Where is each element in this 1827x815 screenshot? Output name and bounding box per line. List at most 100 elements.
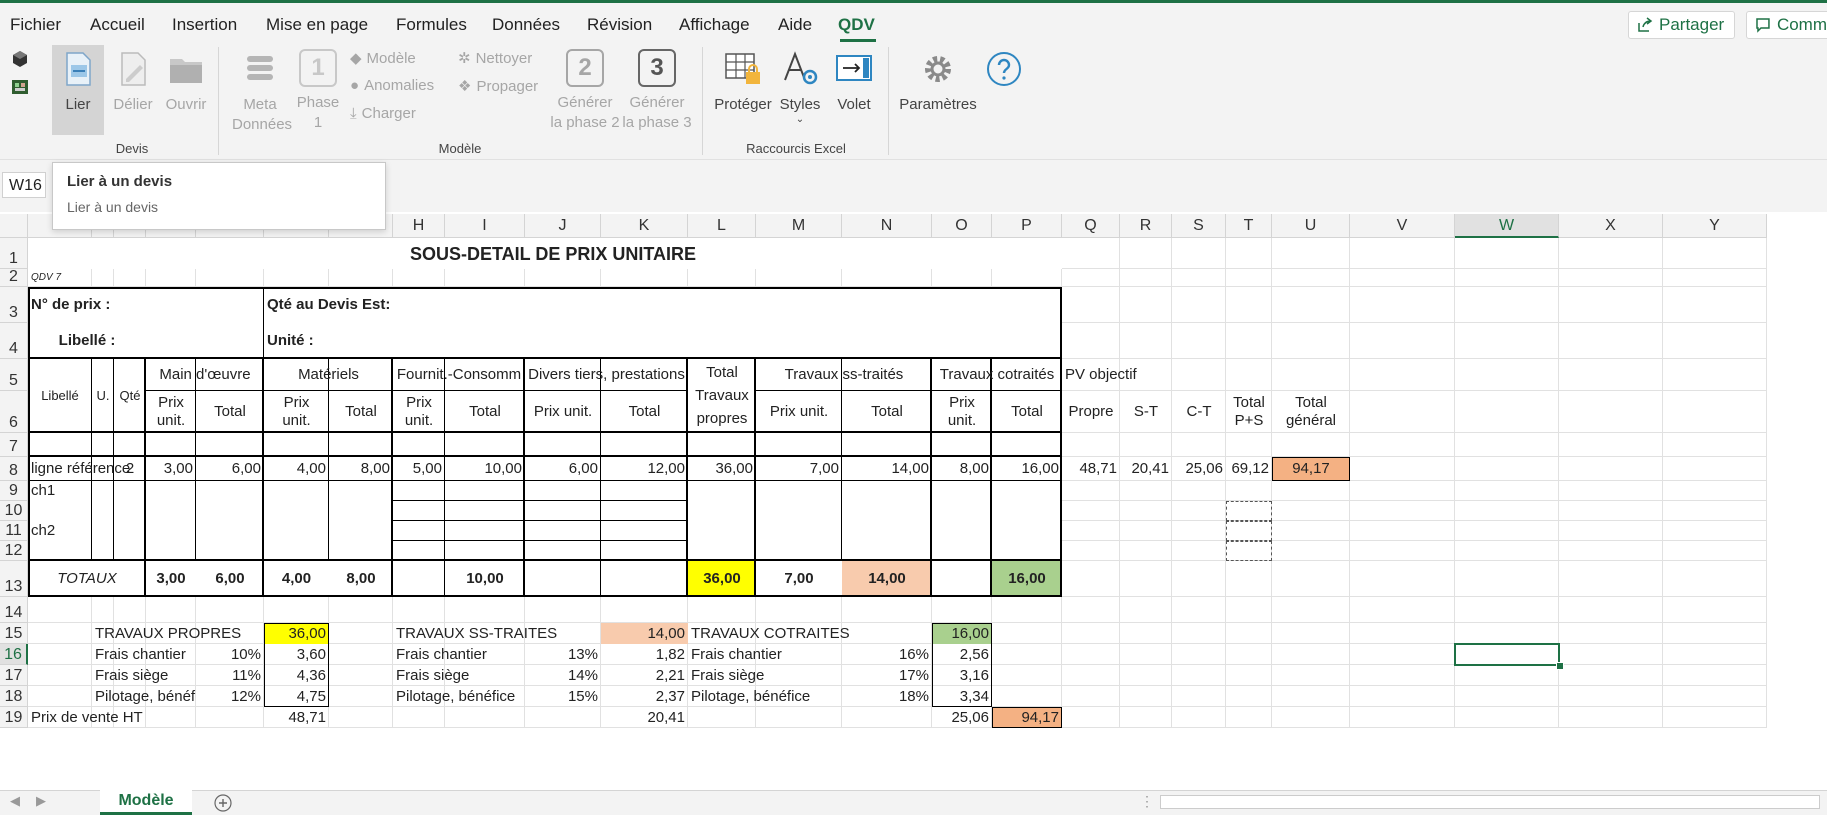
total-value[interactable]: 6,00	[199, 561, 261, 597]
help-button[interactable]	[982, 45, 1026, 89]
row-header[interactable]: 18	[0, 686, 28, 707]
tab-revision[interactable]: Révision	[587, 15, 652, 35]
total-general-value[interactable]: 94,17	[1275, 457, 1347, 481]
nettoyer-button[interactable]: ✲ Nettoyer	[458, 49, 532, 68]
proteger-button[interactable]: Protéger	[712, 45, 774, 115]
summary-line-value[interactable]: 1,82	[604, 644, 685, 665]
total-value[interactable]: 14,00	[845, 561, 929, 597]
summary-value[interactable]: 36,00	[267, 623, 326, 644]
summary-value[interactable]: 16,00	[935, 623, 989, 644]
summary-line-label[interactable]: Pilotage, bénéfice	[396, 686, 522, 707]
summary-line-pct[interactable]: 16%	[845, 644, 929, 665]
col-prix-unit[interactable]: Prix unit.	[266, 391, 327, 433]
value-cell[interactable]: 16,00	[995, 457, 1059, 481]
col-total-ps[interactable]: Total P+S	[1228, 391, 1270, 433]
value-cell[interactable]: 8,00	[332, 457, 390, 481]
row-header[interactable]: 13	[0, 561, 28, 597]
column-header[interactable]: H	[393, 214, 445, 238]
col-prix-unit[interactable]: Prix unit.	[395, 391, 443, 433]
col-total-general[interactable]: Total général	[1274, 391, 1348, 433]
total-value[interactable]: 16,00	[995, 561, 1059, 597]
summary-line-label[interactable]: Frais siège	[396, 665, 522, 686]
summary-line-pct[interactable]: 14%	[528, 665, 598, 686]
modele-button[interactable]: ◆ Modèle	[350, 49, 416, 68]
col-total[interactable]: Total	[448, 391, 522, 433]
fill-handle[interactable]	[1556, 662, 1564, 670]
add-sheet-icon[interactable]	[214, 794, 232, 812]
ouvrir-button[interactable]: Ouvrir	[160, 45, 212, 115]
col-total[interactable]: Total	[199, 391, 261, 433]
meta-donnees-button[interactable]: Meta Données	[232, 45, 292, 135]
column-header[interactable]: R	[1120, 214, 1172, 238]
column-header[interactable]: Q	[1062, 214, 1120, 238]
no-prix-label[interactable]: N° de prix :	[31, 287, 143, 323]
summary-line-value[interactable]: 2,21	[604, 665, 685, 686]
summary-line-value[interactable]: 2,37	[604, 686, 685, 707]
col-u[interactable]: U.	[95, 359, 111, 433]
summary-line-value[interactable]: 2,56	[935, 644, 989, 665]
group-divers[interactable]: Divers tiers, prestations	[528, 359, 685, 391]
propager-button[interactable]: ❖ Propager	[458, 77, 538, 96]
value-cell[interactable]: 4,00	[267, 457, 326, 481]
group-cotraites[interactable]: Travaux cotraités	[935, 359, 1059, 391]
summary-line-label[interactable]: Pilotage, bénéf	[95, 686, 195, 707]
row-header[interactable]: 1	[0, 238, 28, 269]
tab-accueil[interactable]: Accueil	[90, 15, 145, 35]
value-cell[interactable]: 8,00	[935, 457, 989, 481]
summary-line-label[interactable]: Frais chantier	[95, 644, 193, 665]
row-header[interactable]: 15	[0, 623, 28, 644]
column-header[interactable]: J	[525, 214, 601, 238]
summary-line-label[interactable]: Pilotage, bénéfice	[691, 686, 839, 707]
summary-line-value[interactable]: 3,60	[267, 644, 326, 665]
col-prix-unit[interactable]: Prix unit.	[759, 391, 839, 433]
column-header[interactable]: P	[992, 214, 1062, 238]
summary-line-value[interactable]: 4,36	[267, 665, 326, 686]
prix-vente-label[interactable]: Prix de vente HT	[31, 707, 143, 728]
value-cell[interactable]: 20,41	[1123, 457, 1169, 481]
value-cell[interactable]: 14,00	[845, 457, 929, 481]
value-cell[interactable]: 6,00	[199, 457, 261, 481]
excel-addin-icon[interactable]	[10, 77, 30, 97]
col-prix-unit[interactable]: Prix unit.	[528, 391, 598, 433]
delier-button[interactable]: Délier	[108, 45, 158, 115]
tab-fichier[interactable]: Fichier	[10, 15, 61, 35]
scroll-left-icon[interactable]: ◀	[10, 793, 20, 809]
tab-qdv[interactable]: QDV	[838, 15, 875, 35]
row-header[interactable]: 5	[0, 359, 28, 391]
prix-vente-value[interactable]: 48,71	[267, 707, 326, 728]
summary-line-label[interactable]: Frais siège	[691, 665, 839, 686]
total-value[interactable]: 3,00	[149, 561, 193, 597]
summary-line-pct[interactable]: 11%	[199, 665, 261, 686]
prix-vente-value[interactable]: 25,06	[935, 707, 989, 728]
summary-label[interactable]: TRAVAUX COTRAITES	[691, 623, 929, 644]
column-header[interactable]: S	[1172, 214, 1226, 238]
cube-icon[interactable]	[10, 49, 30, 69]
value-cell[interactable]: 5,00	[396, 457, 442, 481]
parametres-button[interactable]: Paramètres	[898, 45, 978, 115]
group-fournit[interactable]: Fournit.-Consomm	[396, 359, 522, 391]
group-materiels[interactable]: Matériels	[267, 359, 390, 391]
sheet-title[interactable]: SOUS-DETAIL DE PRIX UNITAIRE	[267, 238, 839, 269]
row-header[interactable]: 12	[0, 541, 28, 561]
summary-line-label[interactable]: Frais chantier	[691, 644, 839, 665]
tab-insertion[interactable]: Insertion	[172, 15, 237, 35]
prix-vente-value[interactable]: 20,41	[604, 707, 685, 728]
sheet-tab-modele[interactable]: Modèle	[100, 790, 192, 815]
summary-line-pct[interactable]: 10%	[199, 644, 261, 665]
value-cell[interactable]: 7,00	[759, 457, 839, 481]
col-total[interactable]: Total	[845, 391, 929, 433]
column-header[interactable]: V	[1350, 214, 1455, 238]
row-header[interactable]: 4	[0, 323, 28, 359]
anomalies-button[interactable]: ● Anomalies	[350, 77, 434, 94]
qdv-tag[interactable]: QDV 7	[31, 269, 111, 287]
generer-phase2-button[interactable]: 2 Générer la phase 2	[550, 45, 620, 133]
col-prix-unit[interactable]: Prix unit.	[934, 391, 990, 433]
value-cell[interactable]: 36,00	[691, 457, 753, 481]
summary-label[interactable]: TRAVAUX PROPRES	[95, 623, 261, 644]
col-st[interactable]: S-T	[1123, 391, 1169, 433]
row-header[interactable]: 10	[0, 501, 28, 521]
row-qte[interactable]: 2	[117, 457, 143, 481]
charger-button[interactable]: ⤓ Charger	[350, 105, 416, 122]
summary-label[interactable]: TRAVAUX SS-TRAITES	[396, 623, 598, 644]
total-value[interactable]: 10,00	[448, 561, 522, 597]
